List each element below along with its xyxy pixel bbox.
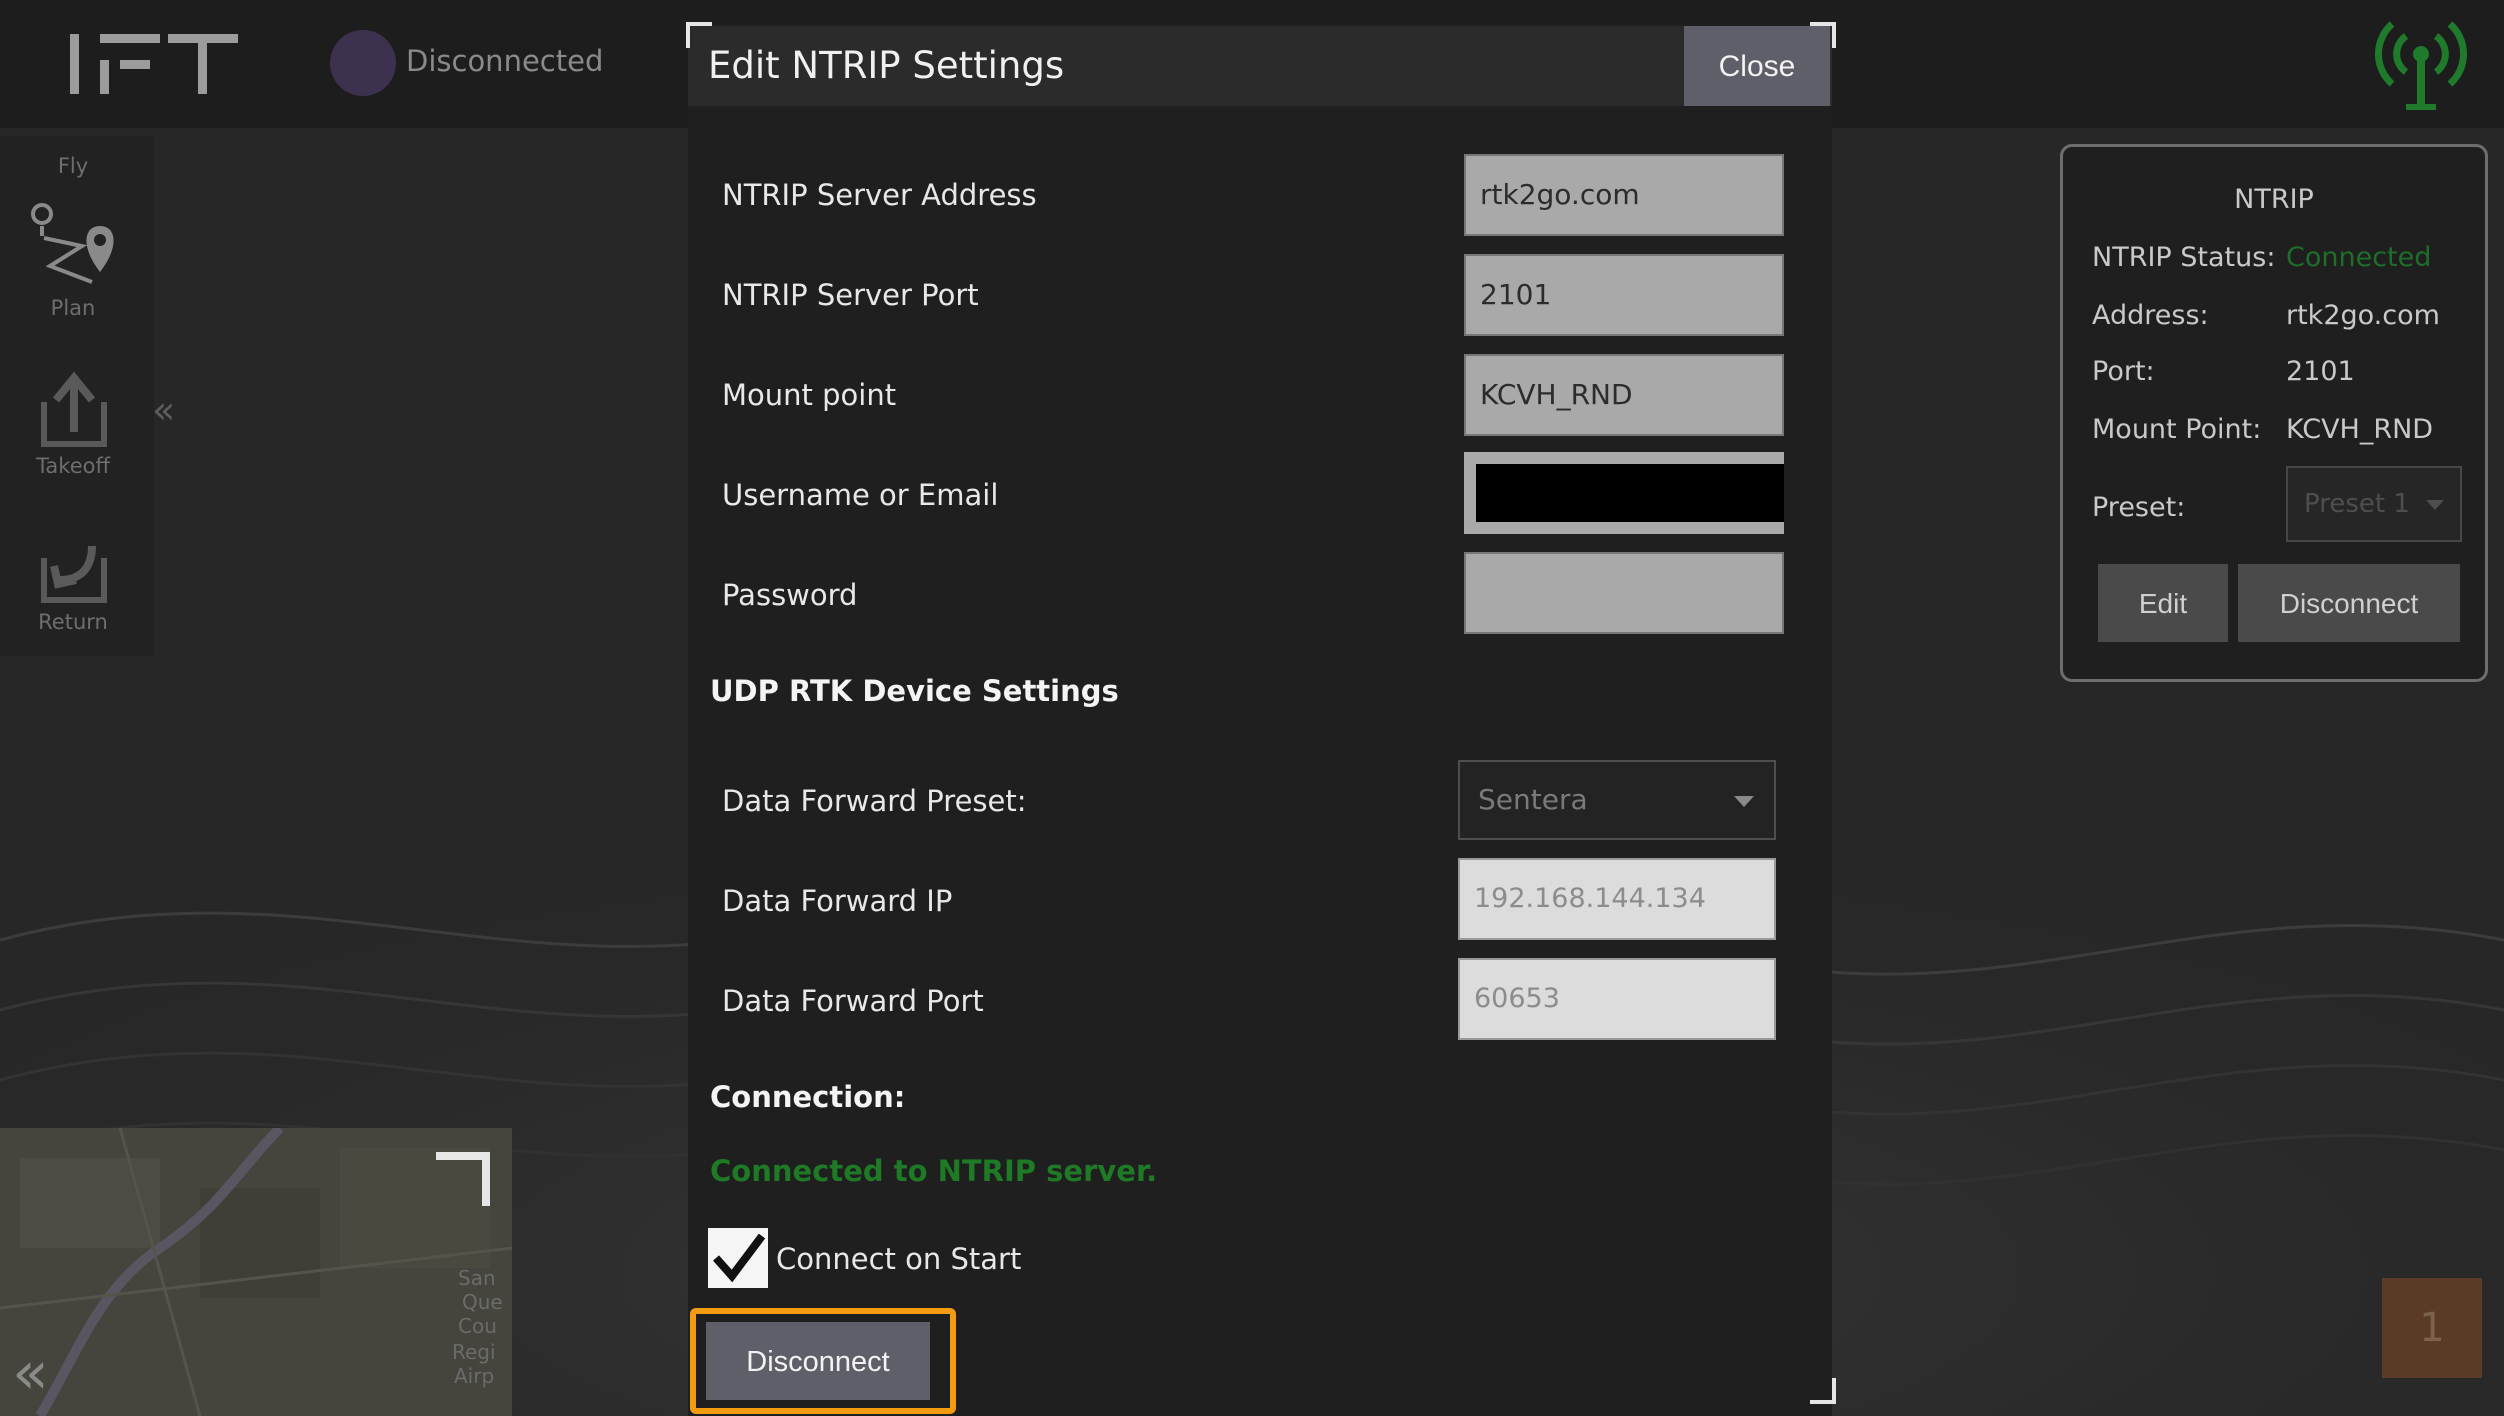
toolbar-return-label[interactable]: Return (0, 610, 146, 634)
toolbar-takeoff-label[interactable]: Takeoff (0, 454, 146, 478)
username-label: Username or Email (722, 478, 999, 512)
ntrip-panel-title: NTRIP (2234, 184, 2314, 215)
chevron-down-icon (1734, 796, 1754, 807)
ntrip-panel-disconnect-button[interactable]: Disconnect (2238, 564, 2460, 642)
takeoff-icon[interactable] (24, 362, 124, 462)
ntrip-mount-label: Mount Point: (2092, 414, 2262, 445)
ntrip-address-label: Address: (2092, 300, 2209, 331)
resize-corner-icon[interactable] (1810, 22, 1836, 48)
connect-on-start-checkbox[interactable] (708, 1228, 768, 1288)
map-label: San (458, 1266, 496, 1290)
toolbar-collapse-icon[interactable]: « (152, 388, 192, 432)
ntrip-edit-button[interactable]: Edit (2098, 564, 2228, 642)
vehicle-connection-status: Disconnected (406, 44, 604, 78)
vehicle-status-indicator[interactable] (330, 30, 396, 96)
username-input[interactable] (1464, 452, 1784, 534)
plan-icon[interactable] (22, 196, 122, 296)
checkmark-icon (713, 1233, 766, 1283)
disconnect-button[interactable]: Disconnect (706, 1322, 930, 1400)
ntrip-preset-select[interactable]: Preset 1 (2286, 466, 2462, 542)
connection-status-message: Connected to NTRIP server. (710, 1154, 1158, 1188)
data-forward-preset-value: Sentera (1478, 783, 1588, 816)
udp-section-title: UDP RTK Device Settings (710, 674, 1119, 708)
ntrip-preset-label: Preset: (2092, 492, 2186, 523)
ntrip-address-value: rtk2go.com (2286, 300, 2440, 331)
return-icon[interactable] (24, 518, 124, 618)
resize-corner-icon[interactable] (686, 22, 712, 48)
map-label: Cou (458, 1314, 497, 1338)
chevron-down-icon (2426, 500, 2444, 510)
rtk-antenna-icon[interactable] (2368, 14, 2474, 114)
map-label: Airp (454, 1364, 495, 1388)
data-forward-preset-select[interactable]: Sentera (1458, 760, 1776, 840)
password-label: Password (722, 578, 858, 612)
ntrip-status-label: NTRIP Status: (2092, 242, 2276, 273)
map-label: Que (462, 1290, 503, 1314)
connection-section-title: Connection: (710, 1080, 906, 1114)
redacted-value (1476, 464, 1784, 522)
mount-point-label: Mount point (722, 378, 897, 412)
data-forward-ip-input[interactable]: 192.168.144.134 (1458, 858, 1776, 940)
ntrip-status-value: Connected (2286, 242, 2432, 273)
server-port-label: NTRIP Server Port (722, 278, 979, 312)
map-expand-icon[interactable] (432, 1148, 494, 1210)
resize-corner-icon[interactable] (1810, 1378, 1836, 1404)
toolbar-plan-label[interactable]: Plan (0, 296, 146, 320)
data-forward-port-label: Data Forward Port (722, 984, 984, 1018)
data-forward-preset-label: Data Forward Preset: (722, 784, 1027, 818)
ntrip-port-value: 2101 (2286, 356, 2355, 387)
map-collapse-icon[interactable]: « (12, 1338, 49, 1408)
toolbar-fly-label[interactable]: Fly (0, 154, 146, 178)
ift-logo (70, 34, 238, 94)
notification-count-badge[interactable]: 1 (2382, 1278, 2482, 1378)
map-label: Regi (452, 1340, 496, 1364)
ntrip-port-label: Port: (2092, 356, 2155, 387)
mount-point-input[interactable]: KCVH_RND (1464, 354, 1784, 436)
password-input[interactable] (1464, 552, 1784, 634)
server-address-input[interactable]: rtk2go.com (1464, 154, 1784, 236)
server-port-input[interactable]: 2101 (1464, 254, 1784, 336)
data-forward-ip-label: Data Forward IP (722, 884, 953, 918)
ntrip-mount-value: KCVH_RND (2286, 414, 2434, 445)
close-button[interactable]: Close (1684, 26, 1830, 106)
connect-on-start-label[interactable]: Connect on Start (776, 1242, 1021, 1276)
dialog-title: Edit NTRIP Settings (708, 44, 1065, 87)
server-address-label: NTRIP Server Address (722, 178, 1037, 212)
ntrip-preset-value: Preset 1 (2304, 489, 2410, 519)
data-forward-port-input[interactable]: 60653 (1458, 958, 1776, 1040)
